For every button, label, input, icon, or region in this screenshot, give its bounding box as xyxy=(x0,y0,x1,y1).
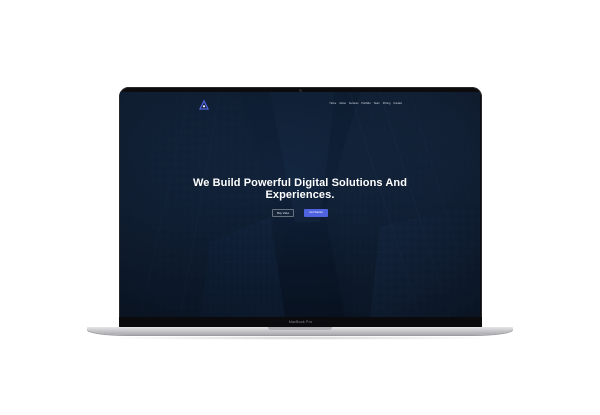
hero-actions: Play Video Get Started xyxy=(120,209,480,217)
laptop-shadow xyxy=(100,336,500,340)
hero-title: We Build Powerful Digital Solutions And … xyxy=(120,177,480,201)
nav-item-services[interactable]: Services xyxy=(349,102,359,105)
play-video-button[interactable]: Play Video xyxy=(272,209,294,217)
nav-item-team[interactable]: Team xyxy=(374,102,380,105)
laptop-notch xyxy=(268,327,332,330)
nav-item-pricing[interactable]: Pricing xyxy=(383,102,391,105)
hero-section: We Build Powerful Digital Solutions And … xyxy=(120,177,480,201)
hero-title-line1: We Build Powerful Digital Solutions And xyxy=(192,177,408,189)
main-nav: Home About Services Portfolio Team Prici… xyxy=(330,102,402,105)
laptop-screen: Home About Services Portfolio Team Prici… xyxy=(120,92,480,317)
background-overlay xyxy=(120,92,480,317)
model-label: MacBook Pro xyxy=(288,320,313,324)
nav-item-portfolio[interactable]: Portfolio xyxy=(361,102,370,105)
nav-item-home[interactable]: Home xyxy=(330,102,337,105)
laptop-base xyxy=(87,327,513,335)
hero-title-line2: Experiences. xyxy=(265,189,335,201)
nav-item-about[interactable]: About xyxy=(339,102,346,105)
laptop-mockup: Home About Services Portfolio Team Prici… xyxy=(0,0,600,415)
get-started-button[interactable]: Get Started xyxy=(304,209,328,217)
nav-item-contact[interactable]: Contact xyxy=(393,102,402,105)
logo-mark-icon[interactable] xyxy=(198,100,210,110)
